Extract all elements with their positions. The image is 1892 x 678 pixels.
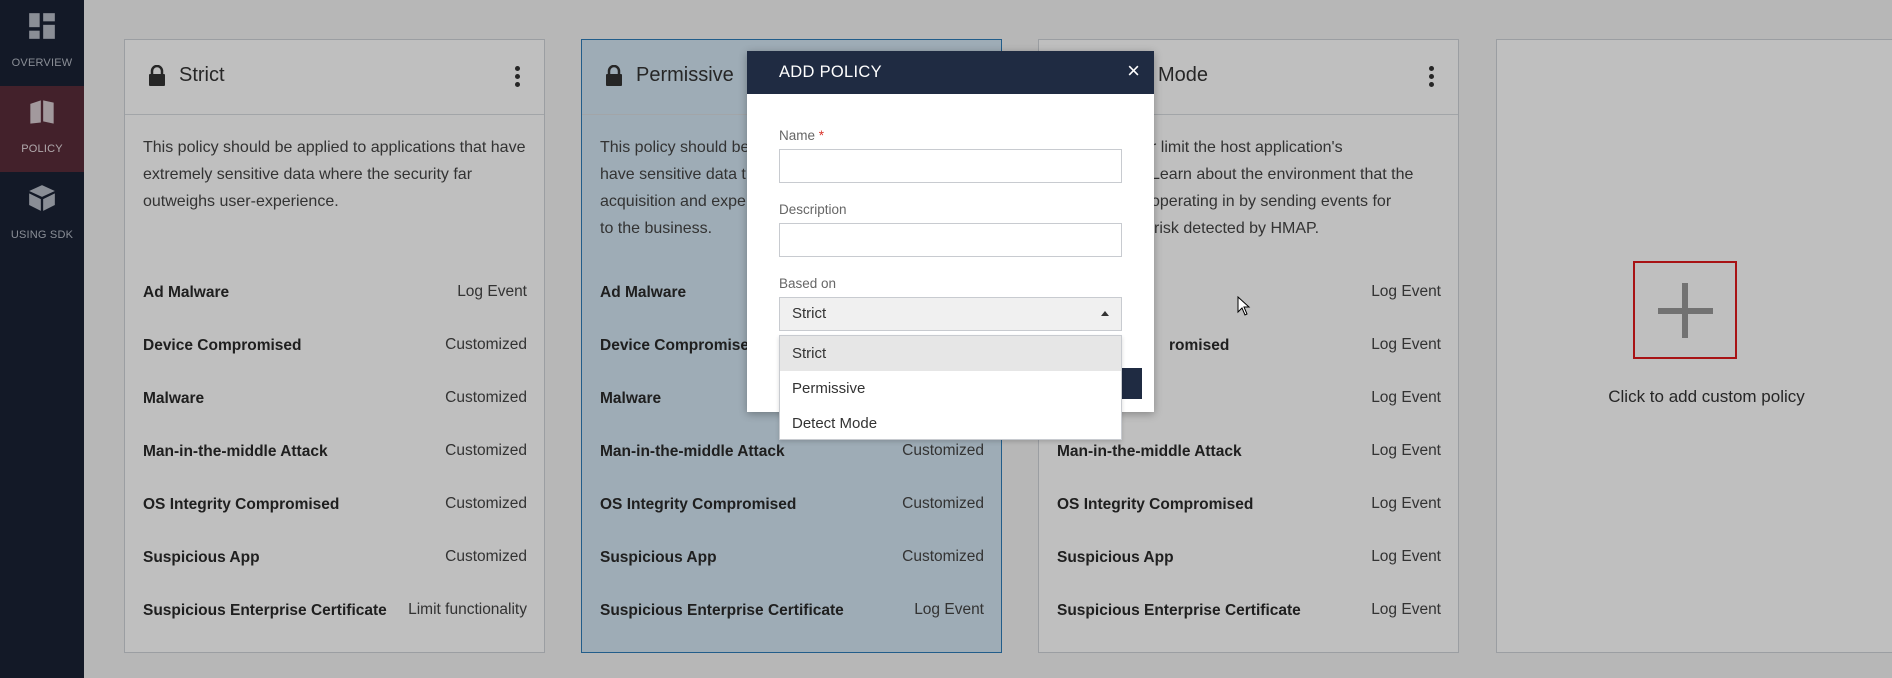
based-on-label: Based on — [779, 276, 837, 291]
select-value: Strict — [792, 305, 827, 322]
submit-button[interactable] — [1119, 368, 1142, 399]
option-detect-mode[interactable]: Detect Mode — [780, 406, 1121, 441]
dialog-title: ADD POLICY — [779, 63, 882, 81]
description-label: Description — [779, 202, 847, 217]
required-marker: * — [818, 128, 825, 143]
mouse-cursor-icon — [1237, 296, 1251, 316]
based-on-select[interactable]: Strict — [779, 297, 1122, 331]
close-icon[interactable]: × — [1127, 59, 1140, 83]
option-permissive[interactable]: Permissive — [780, 371, 1121, 406]
name-field[interactable] — [779, 149, 1122, 183]
dialog-header: ADD POLICY × — [747, 51, 1154, 94]
name-label-text: Name — [779, 128, 816, 143]
description-field[interactable] — [779, 223, 1122, 257]
based-on-dropdown: Strict Permissive Detect Mode — [779, 335, 1122, 440]
caret-up-icon — [1101, 311, 1109, 316]
option-strict[interactable]: Strict — [780, 336, 1121, 371]
name-label: Name * — [779, 128, 824, 143]
